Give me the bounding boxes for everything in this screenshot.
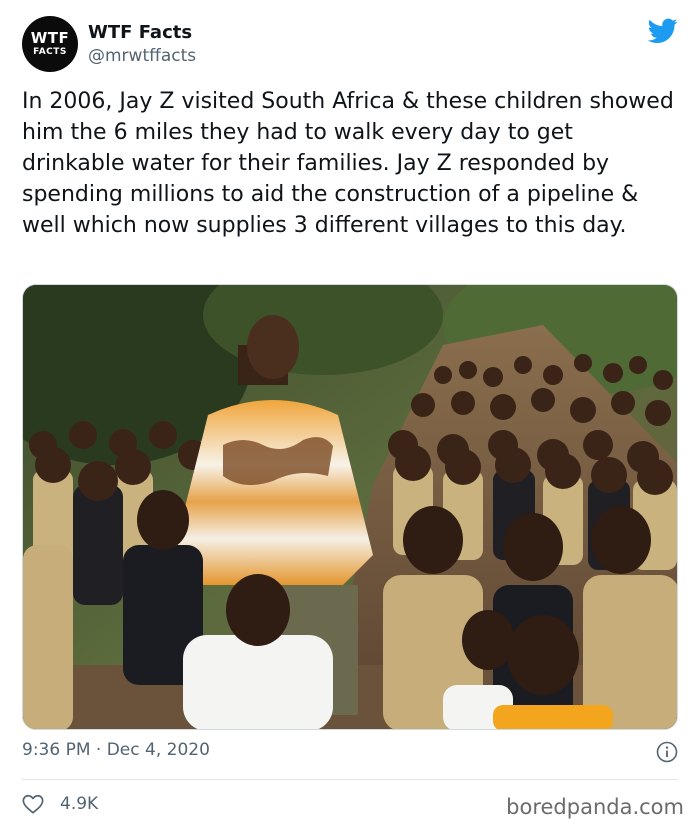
- tweet-date: Dec 4, 2020: [106, 740, 210, 760]
- avatar-text-top: WTF: [30, 29, 70, 47]
- tweet-photo[interactable]: [22, 284, 678, 730]
- like-button[interactable]: 4.9K: [22, 792, 98, 816]
- info-icon[interactable]: [656, 741, 678, 763]
- tweet-text: In 2006, Jay Z visited South Africa & th…: [22, 89, 674, 238]
- timestamp-separator: ·: [95, 740, 102, 760]
- tweet-card: WTF FACTS WTF Facts @mrwtffacts In 2006,…: [0, 0, 700, 832]
- avatar[interactable]: WTF FACTS: [22, 16, 78, 72]
- photo-illustration: [23, 285, 677, 729]
- tweet-timestamp[interactable]: 9:36 PM · Dec 4, 2020: [22, 740, 210, 760]
- tweet-header: WTF FACTS WTF Facts @mrwtffacts: [22, 16, 678, 74]
- heart-icon: [22, 794, 44, 814]
- watermark: boredpanda.com: [506, 795, 684, 819]
- twitter-bird-icon[interactable]: [648, 18, 678, 44]
- avatar-text-bottom: FACTS: [33, 47, 67, 57]
- tweet-time: 9:36 PM: [22, 740, 91, 760]
- divider: [22, 779, 678, 780]
- author-handle[interactable]: @mrwtffacts: [88, 46, 196, 66]
- author-display-name[interactable]: WTF Facts: [88, 22, 192, 43]
- like-count: 4.9K: [60, 794, 99, 814]
